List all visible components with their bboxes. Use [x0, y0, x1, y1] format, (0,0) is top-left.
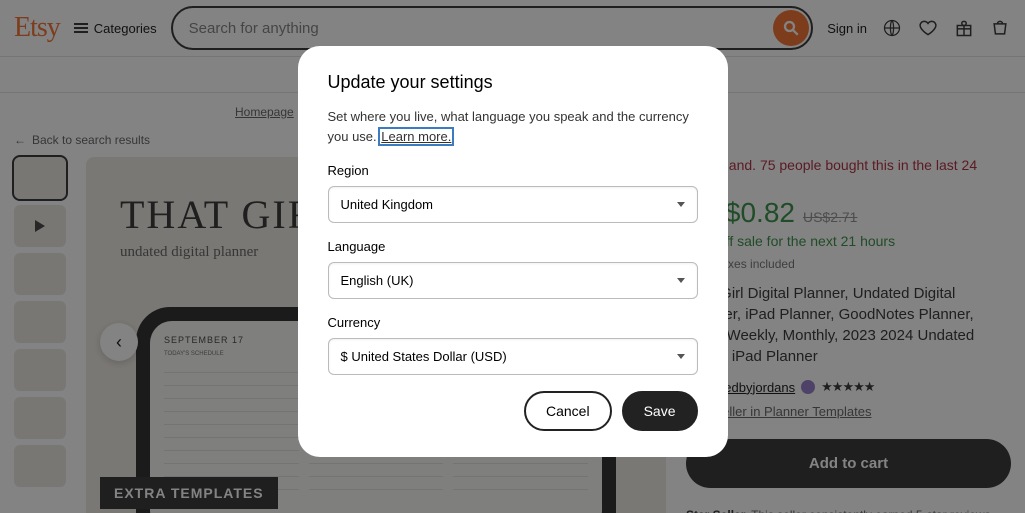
- modal-title: Update your settings: [328, 72, 698, 93]
- currency-value: $ United States Dollar (USD): [341, 349, 507, 364]
- currency-label: Currency: [328, 315, 698, 330]
- save-button[interactable]: Save: [622, 391, 698, 431]
- region-select[interactable]: United Kingdom: [328, 186, 698, 223]
- language-select[interactable]: English (UK): [328, 262, 698, 299]
- learn-more-link[interactable]: Learn more.: [380, 129, 452, 144]
- language-value: English (UK): [341, 273, 414, 288]
- region-value: United Kingdom: [341, 197, 434, 212]
- caret-down-icon: [677, 202, 685, 207]
- caret-down-icon: [677, 354, 685, 359]
- language-label: Language: [328, 239, 698, 254]
- modal-overlay[interactable]: Update your settings Set where you live,…: [0, 0, 1025, 513]
- cancel-button[interactable]: Cancel: [524, 391, 612, 431]
- settings-modal: Update your settings Set where you live,…: [298, 46, 728, 457]
- currency-select[interactable]: $ United States Dollar (USD): [328, 338, 698, 375]
- modal-description: Set where you live, what language you sp…: [328, 107, 698, 147]
- region-label: Region: [328, 163, 698, 178]
- caret-down-icon: [677, 278, 685, 283]
